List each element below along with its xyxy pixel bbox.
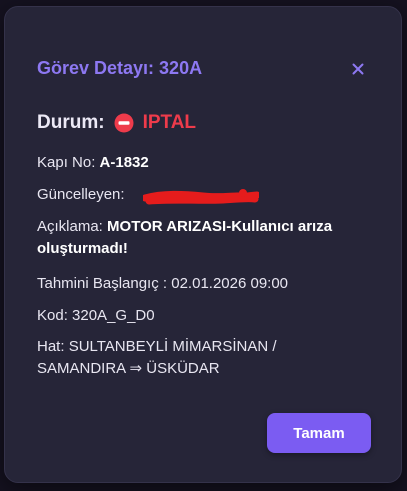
line-row: Hat: SULTANBEYLİ MİMARSİNAN / SAMANDIRA … — [37, 336, 337, 380]
updated-by-row: Güncelleyen: — [37, 184, 125, 206]
status-value: IPTAL — [142, 112, 197, 133]
close-button[interactable] — [348, 59, 368, 79]
door-number-value: A-1832 — [99, 154, 149, 171]
line-value: SULTANBEYLİ MİMARSİNAN / SAMANDIRA ⇒ ÜSK… — [37, 338, 277, 377]
code-label: Kod: — [37, 307, 68, 324]
task-detail-modal: Görev Detayı: 320A Durum: IPTAL Kapı No:… — [4, 6, 402, 483]
estimated-start-value: 02.01.2026 09:00 — [171, 275, 289, 292]
code-value: 320A_G_D0 — [72, 307, 155, 324]
door-number-label: Kapı No: — [37, 154, 96, 171]
modal-title: Görev Detayı: 320A — [37, 58, 203, 78]
close-icon — [352, 63, 364, 75]
no-entry-icon — [114, 113, 134, 133]
status-label: Durum: — [37, 112, 105, 133]
estimated-start-row: Tahmini Başlangıç : 02.01.2026 09:00 — [37, 273, 288, 295]
redaction-scribble — [143, 189, 259, 205]
line-label: Hat: — [37, 338, 65, 355]
updated-by-label: Güncelleyen: — [37, 186, 125, 203]
status-row: Durum: IPTAL — [37, 112, 196, 134]
code-row: Kod: 320A_G_D0 — [37, 305, 155, 327]
description-row: Açıklama: MOTOR ARIZASI-Kullanıcı arıza … — [37, 216, 377, 260]
estimated-start-label: Tahmini Başlangıç : — [37, 275, 168, 292]
ok-button[interactable]: Tamam — [267, 413, 371, 453]
description-label: Açıklama: — [37, 218, 103, 235]
door-number-row: Kapı No: A-1832 — [37, 152, 149, 174]
